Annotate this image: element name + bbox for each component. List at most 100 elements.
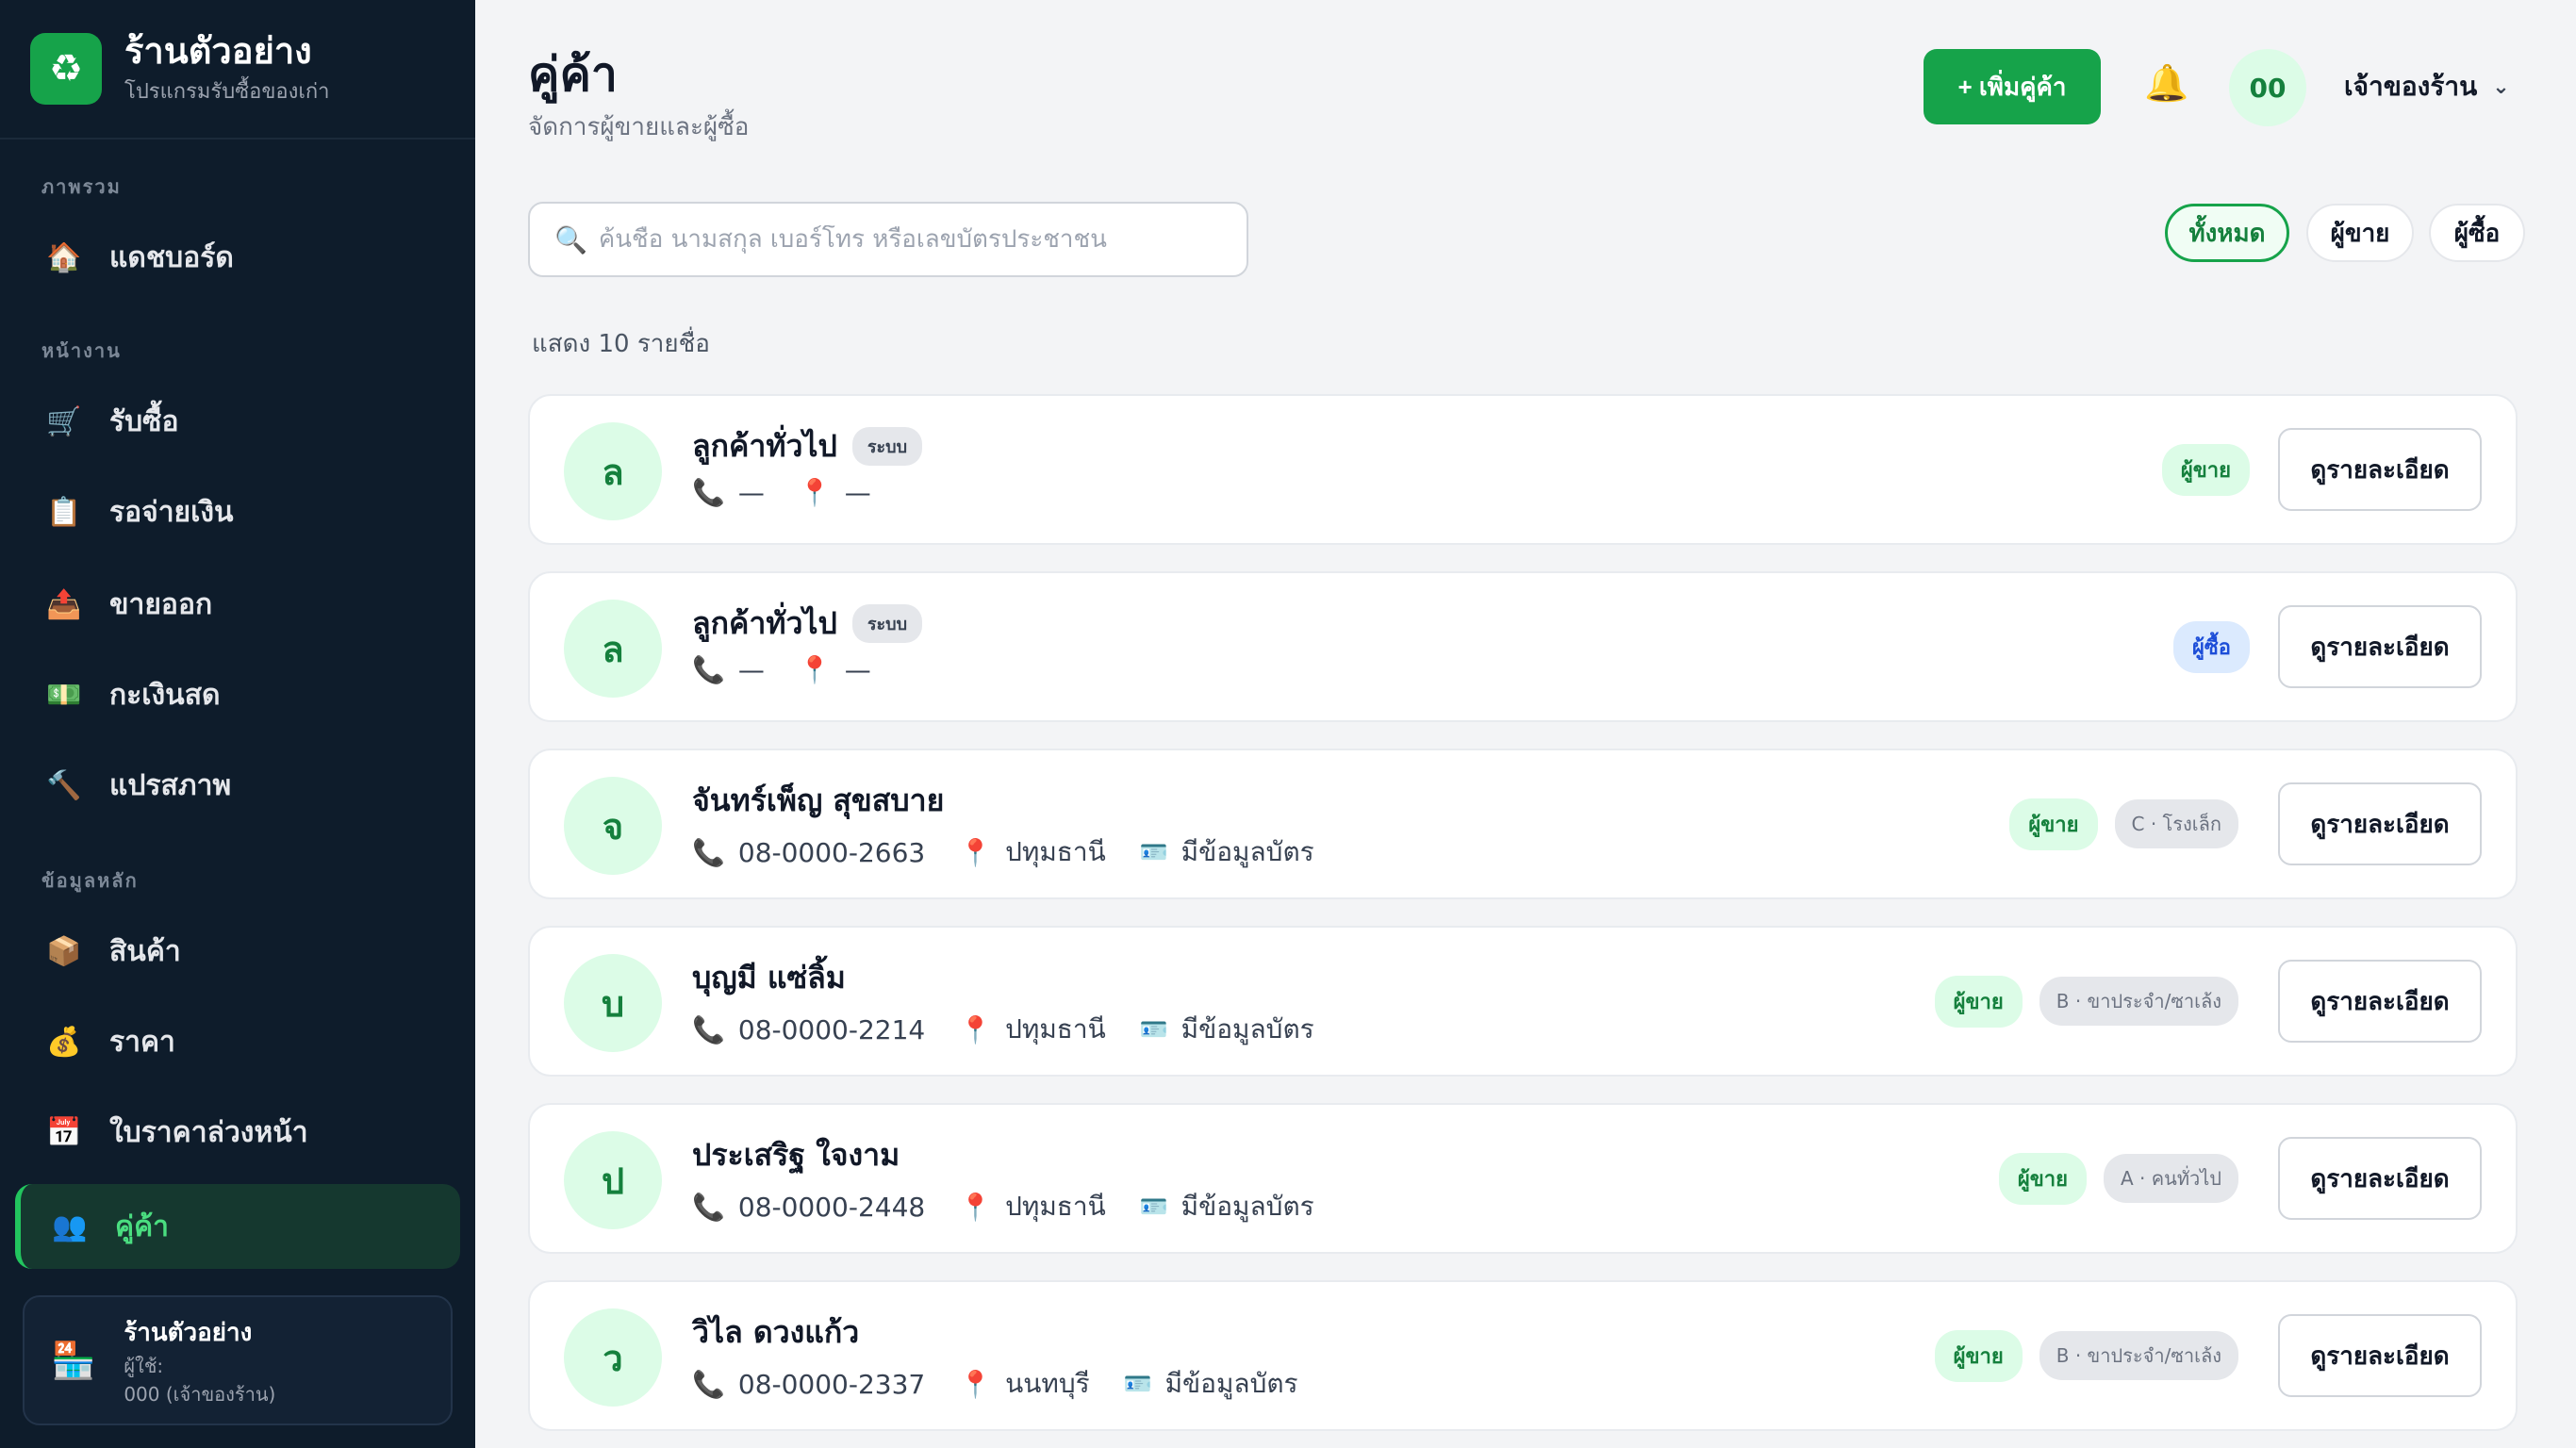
grade-badge: B · ขาประจำ/ซาเล้ง <box>2039 1331 2238 1380</box>
sidebar-item-label: สินค้า <box>109 934 181 968</box>
partner-meta: 📞 08-0000-2448 📍 ปทุมธานี 🪪 มีข้อมูลบัตร <box>692 1186 1314 1227</box>
type-badge: ผู้ขาย <box>1934 1329 2023 1382</box>
partner-name: วิไล ดวงแก้ว <box>692 1308 859 1357</box>
sidebar-item-pending-payment[interactable]: 📋 รอจ่ายเงิน <box>15 469 460 554</box>
partner-avatar: ว <box>564 1308 662 1407</box>
clipboard-icon: 📋 <box>46 495 82 529</box>
phone-icon: 📞 <box>692 1191 725 1223</box>
filter-all[interactable]: ทั้งหมด <box>2165 204 2289 262</box>
sidebar-item-purchase[interactable]: 🛒 รับซื้อ <box>15 379 460 464</box>
main-content: คู่ค้า จัดการผู้ขายและผู้ซื้อ + เพิ่มคู่… <box>475 0 2576 1448</box>
calendar-icon: 📅 <box>46 1115 82 1149</box>
sidebar-item-dashboard[interactable]: 🏠 แดชบอร์ด <box>15 215 460 300</box>
search-icon: 🔍 <box>554 223 587 255</box>
partner-province: ปทุมธานี <box>1005 836 1106 867</box>
page-subtitle: จัดการผู้ขายและผู้ซื้อ <box>528 113 750 141</box>
house-icon: 🏠 <box>46 240 82 274</box>
partner-meta: 📞 — 📍 — <box>692 654 871 685</box>
partner-phone: 08-0000-2448 <box>737 1191 926 1223</box>
grade-badge: C · โรงเล็ก <box>2114 799 2238 848</box>
money-bag-icon: 💰 <box>46 1025 82 1059</box>
user-menu[interactable]: เจ้าของร้าน ⌄ <box>2344 66 2510 107</box>
view-detail-button[interactable]: ดูรายละเอียด <box>2278 960 2482 1043</box>
sidebar: ♻ ร้านตัวอย่าง โปรแกรมรับซื้อของเก่า ภาพ… <box>0 0 475 1448</box>
location-pin-icon: 📍 <box>959 1013 993 1045</box>
partner-row: ล ลูกค้าทั่วไป ระบบ 📞 — 📍 — ผู้ขาย ดูราย… <box>528 394 2518 545</box>
brand-title: ร้านตัวอย่าง <box>124 29 312 72</box>
sidebar-item-label: รับซื้อ <box>109 404 179 438</box>
location-pin-icon: 📍 <box>959 1191 993 1223</box>
sidebar-item-cash-shift[interactable]: 💵 กะเงินสด <box>15 652 460 737</box>
view-detail-button[interactable]: ดูรายละเอียด <box>2278 428 2482 511</box>
filter-seller[interactable]: ผู้ขาย <box>2306 204 2414 262</box>
store-name: ร้านตัวอย่าง <box>124 1318 253 1347</box>
add-partner-button[interactable]: + เพิ่มคู่ค้า <box>1924 49 2101 124</box>
store-card[interactable]: 🏪 ร้านตัวอย่าง ผู้ใช้: 000 (เจ้าของร้าน) <box>23 1295 453 1425</box>
partner-avatar: ป <box>564 1131 662 1229</box>
avatar[interactable]: 00 <box>2229 49 2306 126</box>
type-badge: ผู้ขาย <box>2009 798 2098 850</box>
sidebar-item-processing[interactable]: 🔨 แปรสภาพ <box>15 743 460 828</box>
partner-avatar: บ <box>564 954 662 1052</box>
hammer-icon: 🔨 <box>46 768 82 802</box>
partner-row: บ บุญมี แซ่ลิ้ม 📞 08-0000-2214 📍 ปทุมธาน… <box>528 926 2518 1077</box>
location-pin-icon: 📍 <box>959 1368 993 1400</box>
view-detail-button[interactable]: ดูรายละเอียด <box>2278 1314 2482 1397</box>
view-detail-button[interactable]: ดูรายละเอียด <box>2278 605 2482 688</box>
search-box[interactable]: 🔍 <box>528 202 1248 277</box>
partner-card-status: มีข้อมูลบัตร <box>1181 1191 1314 1222</box>
result-count: แสดง 10 รายชื่อ <box>532 330 710 358</box>
partner-phone: 08-0000-2337 <box>737 1368 926 1400</box>
row-actions: ผู้ขาย C · โรงเล็ก ดูรายละเอียด <box>2009 782 2482 865</box>
sidebar-item-advance-price[interactable]: 📅 ใบราคาล่วงหน้า <box>15 1090 460 1175</box>
sidebar-item-sales[interactable]: 📤 ขายออก <box>15 562 460 647</box>
row-actions: ผู้ขาย B · ขาประจำ/ซาเล้ง ดูรายละเอียด <box>1934 960 2482 1043</box>
partner-row: ป ประเสริฐ ใจงาม 📞 08-0000-2448 📍 ปทุมธา… <box>528 1103 2518 1254</box>
phone-icon: 📞 <box>692 1368 725 1400</box>
phone-icon: 📞 <box>692 836 725 868</box>
sidebar-item-products[interactable]: 📦 สินค้า <box>15 909 460 994</box>
section-label-overview: ภาพรวม <box>41 175 122 198</box>
grade-badge: B · ขาประจำ/ซาเล้ง <box>2039 977 2238 1026</box>
partner-province: — <box>844 477 871 508</box>
partner-phone: 08-0000-2214 <box>737 1013 926 1045</box>
partner-province: นนทบุรี <box>1005 1368 1090 1399</box>
row-actions: ผู้ขาย ดูรายละเอียด <box>2161 428 2482 511</box>
type-badge: ผู้ซื้อ <box>2172 620 2250 673</box>
sidebar-item-prices[interactable]: 💰 ราคา <box>15 999 460 1084</box>
sidebar-item-label: ราคา <box>109 1025 175 1059</box>
row-actions: ผู้ซื้อ ดูรายละเอียด <box>2172 605 2482 688</box>
type-badge: ผู้ขาย <box>1934 975 2023 1028</box>
partner-card-status: มีข้อมูลบัตร <box>1181 836 1314 867</box>
filter-buyer[interactable]: ผู้ซื้อ <box>2429 204 2525 262</box>
sidebar-item-partners[interactable]: 👥 คู่ค้า <box>15 1184 460 1269</box>
partner-name: ลูกค้าทั่วไป ระบบ <box>692 422 923 470</box>
partner-name: ประเสริฐ ใจงาม <box>692 1131 900 1179</box>
section-label-work: หน้างาน <box>41 339 122 362</box>
bell-icon[interactable]: 🔔 <box>2144 62 2188 105</box>
search-input[interactable] <box>598 225 1221 254</box>
store-user-value: 000 (เจ้าของร้าน) <box>124 1382 276 1406</box>
sidebar-item-label: รอจ่ายเงิน <box>109 495 234 529</box>
partner-meta: 📞 08-0000-2663 📍 ปทุมธานี 🪪 มีข้อมูลบัตร <box>692 831 1314 873</box>
partner-name-text: จันทร์เพ็ญ สุขสบาย <box>692 782 945 818</box>
partner-card-status: มีข้อมูลบัตร <box>1181 1013 1314 1045</box>
partner-name-text: วิไล ดวงแก้ว <box>692 1314 860 1350</box>
partner-row: ล ลูกค้าทั่วไป ระบบ 📞 — 📍 — ผู้ซื้อ ดูรา… <box>528 571 2518 722</box>
chevron-down-icon: ⌄ <box>2492 74 2510 99</box>
partner-phone: — <box>737 477 765 508</box>
partner-province: ปทุมธานี <box>1005 1013 1106 1045</box>
view-detail-button[interactable]: ดูรายละเอียด <box>2278 1137 2482 1220</box>
sidebar-item-label: แดชบอร์ด <box>109 240 234 274</box>
location-pin-icon: 📍 <box>959 836 993 868</box>
partner-province: ปทุมธานี <box>1005 1191 1106 1222</box>
partner-avatar: ล <box>564 422 662 520</box>
partner-meta: 📞 08-0000-2214 📍 ปทุมธานี 🪪 มีข้อมูลบัตร <box>692 1009 1314 1050</box>
location-pin-icon: 📍 <box>798 477 832 508</box>
view-detail-button[interactable]: ดูรายละเอียด <box>2278 782 2482 865</box>
partner-name-text: ลูกค้าทั่วไป <box>692 605 837 641</box>
store-user-label: ผู้ใช้: <box>124 1354 164 1377</box>
brand: ♻ ร้านตัวอย่าง โปรแกรมรับซื้อของเก่า <box>0 0 475 140</box>
partner-province: — <box>844 654 871 685</box>
location-pin-icon: 📍 <box>798 654 832 685</box>
